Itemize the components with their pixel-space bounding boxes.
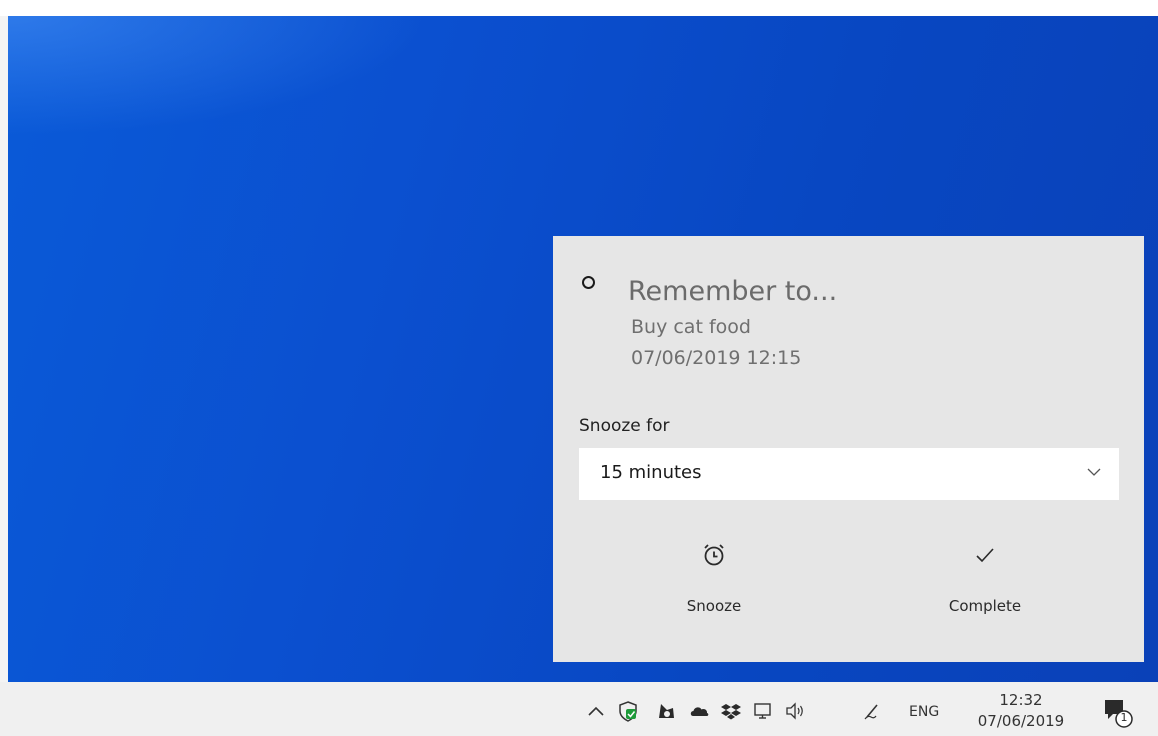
alarm-clock-icon — [704, 544, 724, 566]
checkmark-icon — [976, 548, 994, 563]
complete-button-label: Complete — [948, 597, 1022, 615]
onedrive-cloud-icon[interactable] — [688, 700, 710, 722]
network-icon[interactable] — [752, 700, 774, 722]
taskbar-clock[interactable]: 12:32 07/06/2019 — [966, 690, 1076, 732]
security-shield-icon[interactable] — [617, 700, 639, 722]
volume-icon[interactable] — [784, 700, 806, 722]
snooze-button[interactable]: Snooze — [589, 530, 839, 640]
dropbox-icon[interactable] — [720, 700, 742, 722]
reminder-body: Buy cat food — [631, 316, 751, 338]
app-icon[interactable] — [655, 700, 677, 722]
complete-button[interactable]: Complete — [860, 530, 1110, 640]
reminder-datetime: 07/06/2019 12:15 — [631, 347, 802, 369]
screen: Remember to... Buy cat food 07/06/2019 1… — [0, 0, 1158, 736]
snooze-button-label: Snooze — [686, 597, 742, 615]
action-center-button[interactable]: 1 — [1098, 695, 1138, 729]
chevron-up-icon[interactable] — [585, 700, 607, 722]
reminder-circle-icon — [582, 276, 595, 289]
notification-icon — [1105, 700, 1133, 728]
pen-icon[interactable] — [862, 700, 884, 722]
clock-time: 12:32 — [999, 691, 1043, 709]
clock-date: 07/06/2019 — [977, 712, 1065, 730]
chevron-down-icon — [1087, 468, 1101, 476]
snooze-duration-value: 15 minutes — [600, 462, 702, 483]
input-language-indicator[interactable]: ENG — [909, 704, 939, 720]
reminder-title: Remember to... — [628, 276, 838, 307]
left-edge — [0, 16, 8, 682]
top-strip — [0, 0, 1158, 16]
snooze-duration-select[interactable]: 15 minutes — [579, 448, 1119, 500]
notification-count: 1 — [1120, 711, 1128, 724]
snooze-label: Snooze for — [579, 416, 670, 436]
